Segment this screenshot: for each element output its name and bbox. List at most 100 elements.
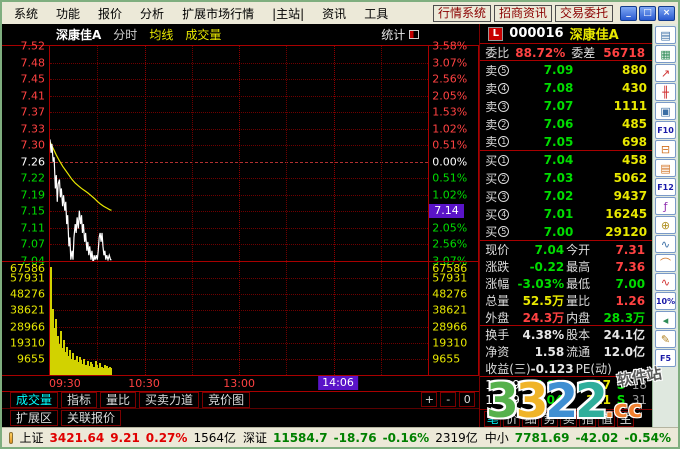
extra-tab-1[interactable]: 关联报价 [61,409,122,426]
index-percent: -0.16% [382,430,430,445]
circled-number-icon: 1 [498,136,510,147]
menu-item-4[interactable]: 扩展市场行情 [173,4,263,23]
magnifier-icon[interactable]: ⊕ [655,216,677,234]
zoom-buttons: + -0 [421,392,476,407]
percent-axis-label: 3.58% [432,39,468,53]
price-axis-label: 7.22 [20,171,46,185]
f12-trade-icon[interactable]: F12 [655,178,677,196]
zoom-button-2[interactable]: 0 [459,392,476,407]
menu-item-6[interactable]: 资讯 [313,4,355,23]
menu-item-1[interactable]: 功能 [47,4,89,23]
f10-info-icon[interactable]: F10 [655,121,677,139]
bid-label: 买4 [485,206,517,223]
weibi-row: 委比 88.72% 委差 56718 [480,44,653,61]
chart-tab-4[interactable]: 竞价图 [202,392,251,408]
price-axis-label: 7.30 [20,138,46,152]
zoom-button-1[interactable]: - [440,392,457,407]
percent-axis-label: 0.51% [432,138,468,152]
oscillator-icon[interactable]: ∿ [655,273,677,291]
price-plot[interactable] [49,46,430,261]
circled-number-icon: 5 [498,64,510,76]
index-quote-2[interactable]: 中小 7781.69 -42.02 -0.54% [485,429,671,446]
volume-axis-label: 57931 [432,271,468,285]
chart-tab-3[interactable]: 买卖力道 [139,392,200,408]
extra-tab-0[interactable]: 扩展区 [10,409,59,426]
multi-window-icon[interactable]: ▣ [655,102,677,120]
volume-axis-label: 28966 [432,320,468,334]
chart-tab-row: 成交量 指标 量比 买卖力道 竞价图 + -0 [2,392,480,409]
chart-tab-row-2: 扩展区 关联报价 [2,409,479,426]
chart-panel: 深康佳A 分时 均线 成交量 统计 7.52 7.48 7.45 7.41 7.37 7.… [2,24,480,427]
volume-bar [110,367,113,375]
maximize-button[interactable]: □ [639,5,656,21]
weicha-value: 56718 [603,45,646,60]
index-value: 7781.69 [514,430,570,445]
info-value: 12.0亿 [603,345,646,359]
ask-price: 7.09 [543,63,574,77]
quick-button-0[interactable]: 行情系统 [432,4,491,22]
info-book-icon[interactable]: ▤ [655,159,677,177]
bid-row: 买 1 7.04 458 [480,151,652,169]
quick-button-1[interactable]: 招商资讯 [493,4,552,22]
menu-item-3[interactable]: 分析 [131,4,173,23]
app-window: 系统 功能 报价 分析 扩展市场行情 |主站| 资讯 工具 行情系统 招商资讯 交易委托 _ □ … [0,0,680,449]
weicha-label: 委差 [571,46,596,60]
chart-tab-2[interactable]: 量比 [100,392,137,408]
minute-line-chart [50,46,428,261]
info-label: 股本 [566,328,591,342]
view-volume-link[interactable]: 成交量 [185,26,221,43]
pencil-icon[interactable]: ✎ [655,330,677,348]
info-label: 外盘 [485,311,510,325]
index-quote-1[interactable]: 深证 11584.7 -18.76 -0.16% 2319亿 [243,429,478,446]
bid-row: 买 2 7.03 5062 [480,169,652,187]
chart-tab-0[interactable]: 成交量 [10,392,59,408]
menu-item-0[interactable]: 系统 [5,4,47,23]
view-minute-link[interactable]: 分时 [113,26,137,43]
report-icon[interactable]: ▤ [655,26,677,44]
wave-icon[interactable]: ∿ [655,235,677,253]
quote-grid-icon[interactable]: ▦ [655,45,677,63]
stats-window-icon [409,30,420,39]
quick-button-2[interactable]: 交易委托 [554,4,613,22]
ten-percent-icon[interactable]: 10% [655,292,677,310]
info-label: 最高 [566,260,591,274]
info-label: 净资 [485,345,510,359]
ask-price: 7.06 [543,117,574,131]
close-button[interactable]: × [658,5,675,21]
minimize-button[interactable]: _ [620,5,637,21]
index-name: 深证 [242,431,267,445]
volume-pane: 67586 57931 48276 38621 28966 19310 9655 67586… [2,261,480,376]
ask-label: 卖3 [485,98,517,115]
menu-item-7[interactable]: 工具 [355,4,397,23]
volume-plot[interactable] [49,262,430,375]
index-value: 3421.64 [49,430,105,445]
info-row: 涨跌 -0.22 最高 7.36 [480,258,652,275]
volume-gridline [50,326,429,328]
index-percent: -0.54% [624,430,671,445]
index-quote-0[interactable]: 上证 3421.64 9.21 0.27% 1564亿 [20,429,236,446]
area-chart-icon[interactable]: ⌒ [655,254,677,272]
trend-line-icon[interactable]: ↗ [655,64,677,82]
menu-item-2[interactable]: 报价 [89,4,131,23]
info-label: 总量 [485,294,510,308]
chart-tab-1[interactable]: 指标 [61,392,98,408]
import-icon[interactable]: ◂ [655,311,677,329]
menu-item-5[interactable]: |主站| [263,4,313,23]
price-axis-label: 7.07 [20,237,46,251]
info-row: 总量 52.5万 量比 1.26 [480,292,652,309]
view-avg-link[interactable]: 均线 [149,26,173,43]
index-turnover: 1564亿 [193,431,236,445]
price-axis-label: 7.37 [20,105,46,119]
kline-icon[interactable]: ╫ [655,83,677,101]
watermark-suffix: .cc [604,395,643,423]
formula-icon[interactable]: ƒ [655,197,677,215]
info-value: 7.00 [615,276,646,291]
stats-button[interactable]: 统计 [381,26,420,43]
volume-axis-label: 28966 [10,320,45,334]
percent-axis-label: 1.53% [432,105,468,119]
board-tree-icon[interactable]: ⊟ [655,140,677,158]
bid-row: 买 3 7.02 9437 [480,187,652,205]
zoom-button-0[interactable]: + [421,392,438,407]
percent-axis-label: 0.00% [432,155,468,169]
bid-label: 买2 [485,170,517,187]
